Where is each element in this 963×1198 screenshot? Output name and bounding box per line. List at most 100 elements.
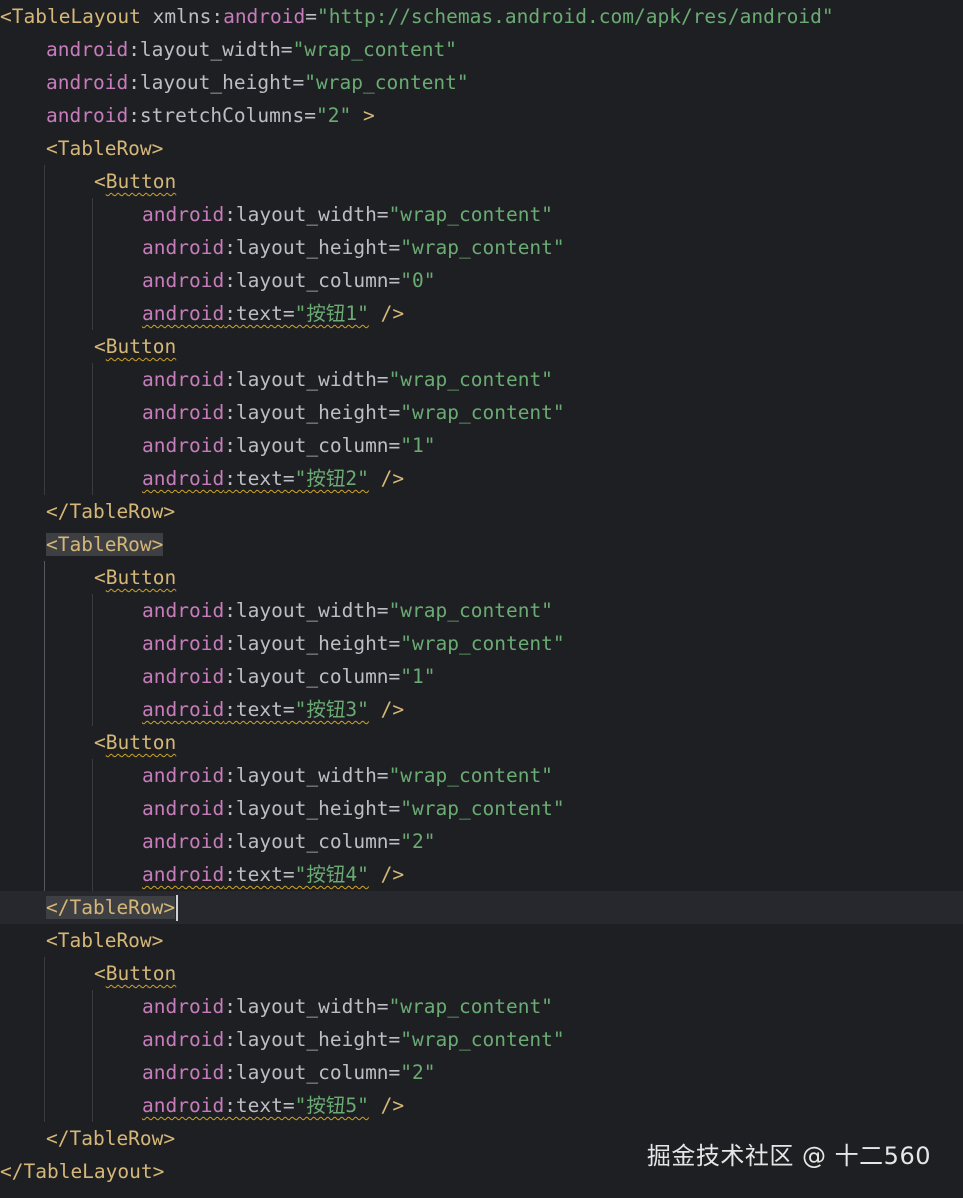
code-text: android:layout_width="wrap_content" xyxy=(142,363,553,396)
code-editor[interactable]: <TableLayout xmlns:android="http://schem… xyxy=(0,0,963,1198)
code-token: </TableRow> xyxy=(46,896,176,919)
code-token: "1" xyxy=(400,434,436,457)
code-line: android:text="按钮4" /> xyxy=(0,858,963,891)
code-token: android xyxy=(223,5,306,28)
code-token: <TableRow> xyxy=(46,137,164,160)
code-text: <Button xyxy=(94,165,176,198)
code-line: <Button xyxy=(0,957,963,990)
code-token: android xyxy=(142,863,225,886)
code-token: < xyxy=(94,335,106,358)
code-line: <TableRow> xyxy=(0,924,963,957)
code-token: android xyxy=(46,104,129,127)
code-token: :layout_height= xyxy=(128,71,305,94)
code-line: android:layout_column="1" xyxy=(0,429,963,462)
code-token: android xyxy=(142,467,225,490)
code-line: android:layout_width="wrap_content" xyxy=(0,363,963,396)
code-text: android:layout_width="wrap_content" xyxy=(142,990,553,1023)
code-line: android:layout_height="wrap_content" xyxy=(0,792,963,825)
code-token: :layout_column= xyxy=(224,434,401,457)
code-text: android:layout_column="2" xyxy=(142,1056,436,1089)
code-token: /> xyxy=(368,467,405,490)
code-token: < xyxy=(94,962,106,985)
code-line: <Button xyxy=(0,330,963,363)
code-text: android:layout_column="0" xyxy=(142,264,436,297)
code-token: android xyxy=(142,236,225,259)
code-token: "wrap_content" xyxy=(400,1028,565,1051)
code-token: android xyxy=(142,368,225,391)
code-line: android:layout_height="wrap_content" xyxy=(0,1023,963,1056)
code-token: Button xyxy=(105,731,177,754)
code-token: android xyxy=(142,269,225,292)
code-token: android xyxy=(142,632,225,655)
code-token: <TableLayout xyxy=(0,5,153,28)
code-text: </TableRow> xyxy=(46,1122,175,1155)
code-token: android xyxy=(46,71,129,94)
code-token: android xyxy=(46,38,129,61)
code-text: android:layout_height="wrap_content" xyxy=(142,396,565,429)
code-text: </TableRow> xyxy=(46,495,175,528)
code-token: "按钮1" xyxy=(294,302,369,325)
code-line: android:stretchColumns="2" > xyxy=(0,99,963,132)
code-token: <TableRow> xyxy=(46,929,164,952)
code-token: :layout_width= xyxy=(224,599,389,622)
code-token: /> xyxy=(368,863,405,886)
code-token: android xyxy=(142,302,225,325)
code-text: android:layout_height="wrap_content" xyxy=(142,1023,565,1056)
code-text: android:text="按钮5" /> xyxy=(142,1089,404,1122)
code-token: :layout_height= xyxy=(224,1028,401,1051)
code-token: "按钮2" xyxy=(294,467,369,490)
code-line: android:layout_height="wrap_content" xyxy=(0,66,963,99)
code-text: <TableRow> xyxy=(46,132,163,165)
code-token: :layout_height= xyxy=(224,236,401,259)
code-token: :layout_column= xyxy=(224,269,401,292)
code-text: <Button xyxy=(94,330,176,363)
code-token: "按钮3" xyxy=(294,698,369,721)
code-token: < xyxy=(94,731,106,754)
code-line: <TableRow> xyxy=(0,132,963,165)
code-token: <TableRow> xyxy=(46,533,164,556)
code-token: :layout_column= xyxy=(224,665,401,688)
code-text: android:layout_width="wrap_content" xyxy=(142,594,553,627)
code-text: android:text="按钮1" /> xyxy=(142,297,404,330)
code-token: "wrap_content" xyxy=(400,236,565,259)
code-token: < xyxy=(94,170,106,193)
code-token: "http://schemas.android.com/apk/res/andr… xyxy=(317,5,834,28)
code-token: android xyxy=(142,203,225,226)
code-token: :layout_height= xyxy=(224,401,401,424)
code-text: android:layout_height="wrap_content" xyxy=(46,66,469,99)
code-token: /> xyxy=(368,302,405,325)
code-token: "按钮4" xyxy=(294,863,369,886)
code-token: /> xyxy=(368,698,405,721)
code-token: "wrap_content" xyxy=(388,599,553,622)
code-text: android:text="按钮4" /> xyxy=(142,858,404,891)
code-token: Button xyxy=(105,962,177,985)
text-caret xyxy=(176,894,179,921)
code-text: android:layout_width="wrap_content" xyxy=(46,33,457,66)
code-line: android:text="按钮5" /> xyxy=(0,1089,963,1122)
code-token: /> xyxy=(368,1094,405,1117)
code-text: android:layout_column="1" xyxy=(142,429,436,462)
code-text: android:layout_width="wrap_content" xyxy=(142,198,553,231)
code-token: :layout_width= xyxy=(224,203,389,226)
code-token: "wrap_content" xyxy=(400,401,565,424)
code-token: > xyxy=(351,104,375,127)
code-token: "2" xyxy=(400,1061,436,1084)
code-line: android:layout_width="wrap_content" xyxy=(0,990,963,1023)
code-text: <Button xyxy=(94,726,176,759)
code-token: android xyxy=(142,698,225,721)
code-token: android xyxy=(142,434,225,457)
code-token: :layout_width= xyxy=(128,38,293,61)
code-line: android:layout_height="wrap_content" xyxy=(0,627,963,660)
code-token: android xyxy=(142,1061,225,1084)
code-token: :layout_column= xyxy=(224,830,401,853)
code-line: <TableRow> xyxy=(0,528,963,561)
code-token: "1" xyxy=(400,665,436,688)
code-token: "按钮5" xyxy=(294,1094,369,1117)
code-token: "wrap_content" xyxy=(292,38,457,61)
code-token: :text= xyxy=(224,467,295,490)
code-token: :layout_column= xyxy=(224,1061,401,1084)
code-token: Button xyxy=(105,335,177,358)
code-token: "wrap_content" xyxy=(388,995,553,1018)
code-token: </TableLayout> xyxy=(0,1160,165,1183)
code-token: "wrap_content" xyxy=(400,632,565,655)
